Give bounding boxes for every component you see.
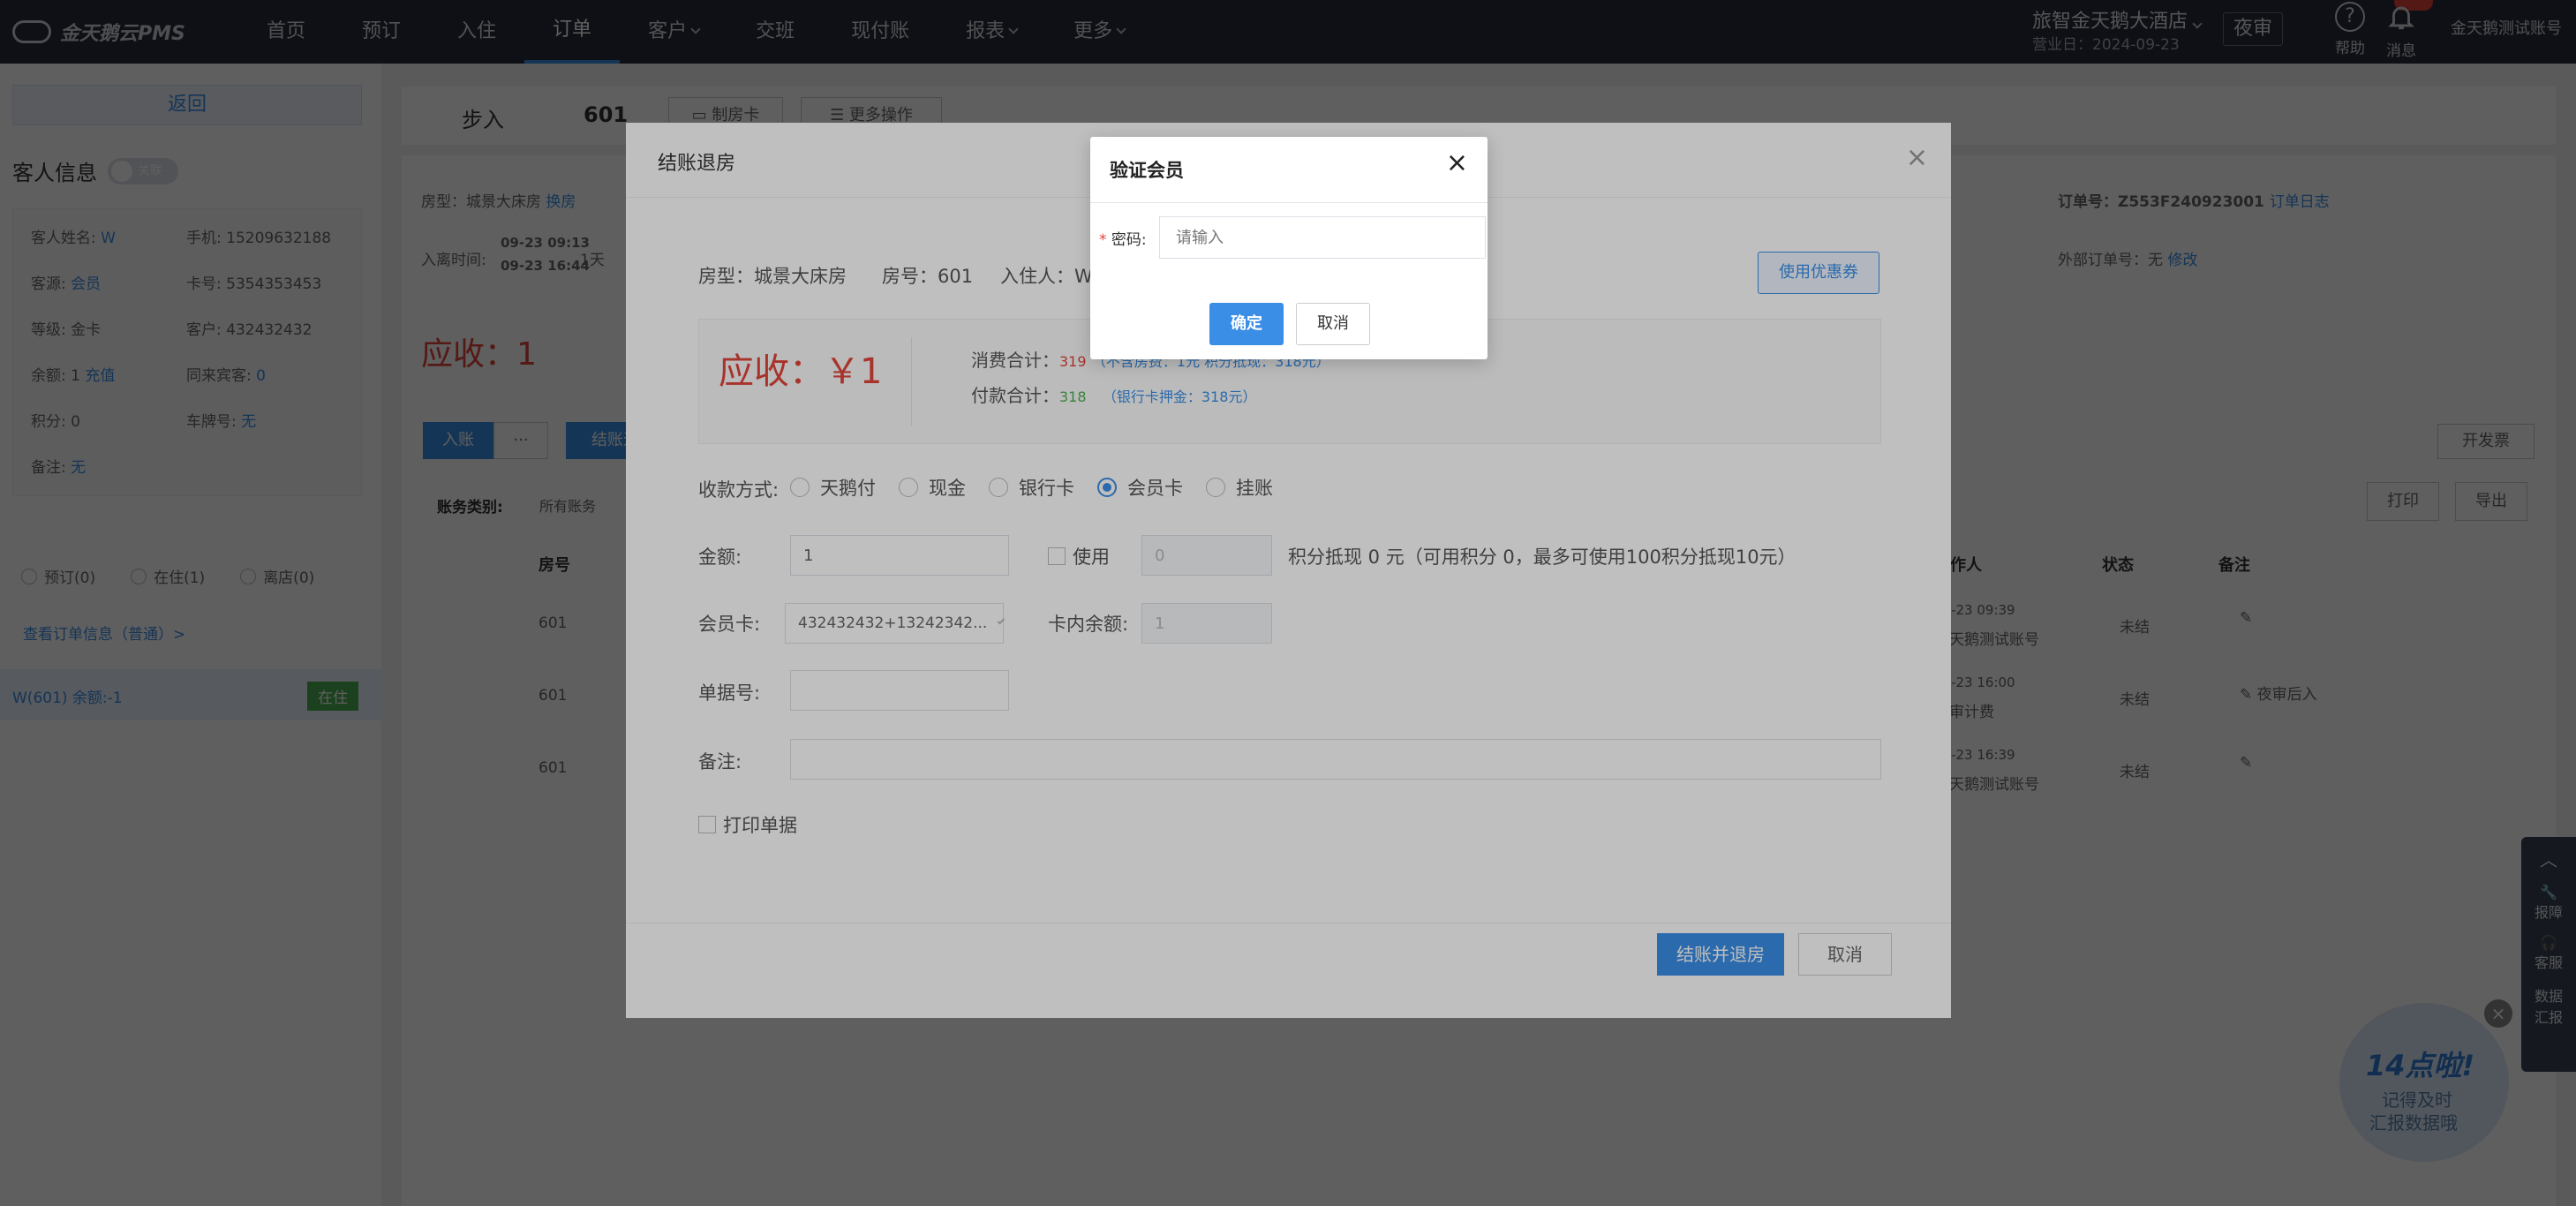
verify-member-dialog: 验证会员 × * 密码: 确定 取消 (1090, 137, 1488, 359)
password-input[interactable] (1159, 216, 1486, 259)
password-label: * 密码: (1099, 231, 1147, 249)
verify-cancel-button[interactable]: 取消 (1296, 303, 1370, 345)
close-icon[interactable]: × (1446, 147, 1468, 178)
divider (1090, 202, 1488, 203)
verify-dialog-title: 验证会员 (1110, 160, 1184, 181)
required-mark: * (1099, 231, 1107, 249)
verify-confirm-button[interactable]: 确定 (1209, 303, 1284, 345)
